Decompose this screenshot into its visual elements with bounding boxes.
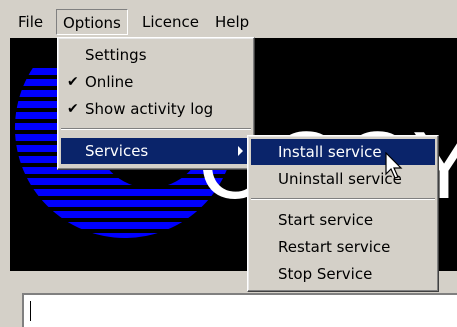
menu-item-label: Show activity log (85, 100, 214, 118)
menu-item-install-service[interactable]: Install service (251, 139, 435, 165)
menu-item-label: Settings (85, 46, 147, 64)
menu-item-label: Services (85, 142, 149, 160)
mouse-pointer-icon (385, 152, 403, 179)
menu-item-online[interactable]: ✔ Online (61, 69, 251, 95)
menu-item-label: Restart service (278, 238, 391, 256)
menu-item-label: Start service (278, 211, 374, 229)
menu-item-uninstall-service[interactable]: Uninstall service (251, 166, 435, 192)
menu-separator (61, 128, 251, 130)
menu-item-show-activity-log[interactable]: ✔ Show activity log (61, 96, 251, 122)
menu-item-label: Online (85, 73, 134, 91)
menu-licence[interactable]: Licence (136, 9, 205, 35)
menu-options[interactable]: Options (56, 9, 128, 35)
activity-log-textbox[interactable] (22, 293, 457, 327)
menu-item-stop-service[interactable]: Stop Service (251, 261, 435, 287)
menu-item-label: Stop Service (278, 265, 373, 283)
options-menu: Settings ✔ Online ✔ Show activity log Se… (57, 37, 255, 170)
menu-item-services[interactable]: Services (61, 138, 251, 164)
menu-separator (251, 198, 435, 200)
submenu-arrow-icon (238, 146, 243, 156)
menu-bar: File Options Licence Help (0, 0, 457, 38)
menu-item-restart-service[interactable]: Restart service (251, 234, 435, 260)
menu-item-start-service[interactable]: Start service (251, 207, 435, 233)
check-icon: ✔ (67, 101, 79, 117)
menu-item-settings[interactable]: Settings (61, 42, 251, 68)
menu-item-label: Install service (278, 143, 382, 161)
menu-file[interactable]: File (12, 9, 49, 35)
menu-item-label: Uninstall service (278, 170, 402, 188)
text-caret (30, 301, 31, 321)
menu-help[interactable]: Help (209, 9, 255, 35)
services-submenu: Install service Uninstall service Start … (247, 135, 439, 292)
check-icon: ✔ (67, 74, 79, 90)
